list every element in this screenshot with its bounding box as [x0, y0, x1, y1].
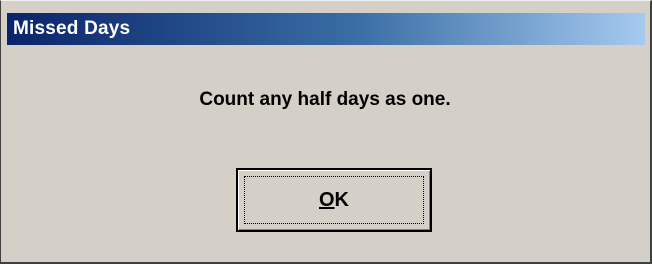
title-bar[interactable]: Missed Days	[7, 13, 645, 45]
ok-mnemonic-letter: O	[318, 188, 335, 211]
window-title: Missed Days	[13, 18, 131, 39]
ok-button-label: OK	[319, 189, 349, 212]
ok-button[interactable]: OK	[236, 168, 432, 232]
dialog-window: Missed Days Count any half days as one. …	[0, 0, 652, 264]
dialog-message: Count any half days as one.	[199, 89, 451, 110]
ok-label-rest: K	[334, 188, 349, 211]
